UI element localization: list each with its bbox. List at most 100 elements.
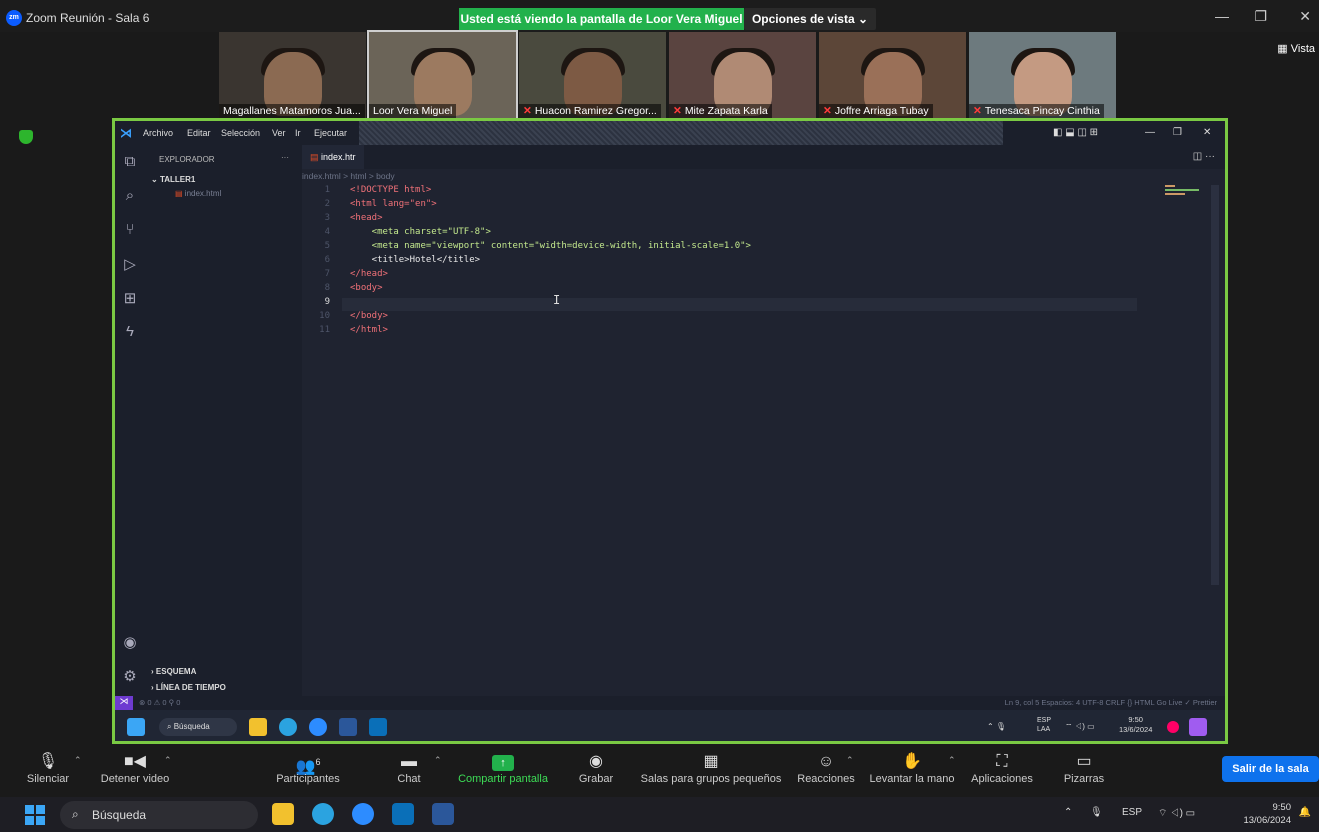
zoom-title-bar: zm Zoom Reunión - Sala 6 Usted está vien… bbox=[0, 0, 1319, 32]
outline-section[interactable]: › ESQUEMA bbox=[151, 667, 196, 676]
search-icon: ⌕ bbox=[72, 807, 79, 821]
wifi-volume-battery-icons[interactable]: ⌔ ◁) ▭ bbox=[1158, 807, 1195, 820]
breadcrumb[interactable]: index.html > html > body bbox=[302, 171, 395, 181]
close-icon[interactable]: ✕ bbox=[1299, 8, 1311, 25]
participant-tile[interactable]: ✕ Tenesaca Pincay Cinthia bbox=[969, 32, 1116, 118]
participant-name: ✕ Mite Zapata Karla bbox=[669, 104, 772, 118]
participant-name: ✕ Tenesaca Pincay Cinthia bbox=[969, 104, 1104, 118]
more-icon[interactable]: ··· bbox=[281, 153, 289, 162]
input-language: ESP LAA bbox=[1037, 717, 1052, 733]
minimize-icon[interactable]: — bbox=[1145, 127, 1155, 138]
file-index-html[interactable]: ▤ index.html bbox=[175, 189, 221, 198]
settings-gear-icon[interactable]: ⚙ bbox=[121, 667, 139, 685]
word-icon[interactable] bbox=[432, 803, 454, 825]
raise-hand-button[interactable]: ✋ Levantar la mano bbox=[868, 745, 956, 795]
editor-scrollbar[interactable] bbox=[1211, 185, 1219, 585]
participant-tile-active-speaker[interactable]: Loor Vera Miguel bbox=[367, 30, 518, 120]
restore-icon[interactable]: ❐ bbox=[1254, 8, 1267, 25]
explorer-icon[interactable]: ⧉ bbox=[121, 153, 139, 171]
notifications-icon[interactable]: 🔔 bbox=[1299, 807, 1311, 818]
menu-editar[interactable]: Editar bbox=[187, 128, 211, 138]
chevron-up-icon[interactable]: ⌃ bbox=[434, 755, 442, 766]
participant-tile[interactable]: ✕ Mite Zapata Karla bbox=[669, 32, 816, 118]
code-line: <!DOCTYPE html> bbox=[350, 185, 432, 195]
participant-tile[interactable]: ✕ Joffre Arriaga Tubay bbox=[819, 32, 966, 118]
extensions-icon[interactable]: ⊞ bbox=[121, 289, 139, 307]
layout-icons[interactable]: ◧ ⬓ ◫ ⊞ bbox=[1053, 127, 1098, 138]
meeting-controls: 🎙 Silenciar ⌃ ■◀ Detener video ⌃ 👥6 Part… bbox=[0, 745, 1319, 795]
folder-taller1[interactable]: ⌄ TALLER1 bbox=[151, 175, 195, 184]
view-button[interactable]: ▦ Vista bbox=[1277, 42, 1315, 55]
view-options-button[interactable]: Opciones de vista ⌄ bbox=[744, 8, 876, 30]
menu-ejecutar[interactable]: Ejecutar bbox=[314, 128, 347, 138]
search-icon[interactable]: ⌕ bbox=[121, 187, 139, 205]
apps-button[interactable]: ⛶ Aplicaciones bbox=[970, 745, 1034, 795]
file-explorer-icon[interactable] bbox=[272, 803, 294, 825]
editor-status[interactable]: Ln 9, col 5 Espacios: 4 UTF-8 CRLF {} HT… bbox=[1005, 698, 1217, 707]
code-line-current bbox=[350, 297, 372, 307]
zoom-app-icon[interactable] bbox=[352, 803, 374, 825]
minimize-icon[interactable]: — bbox=[1215, 8, 1229, 24]
menu-ver[interactable]: Ver bbox=[272, 128, 286, 138]
run-debug-icon[interactable]: ▷ bbox=[121, 255, 139, 273]
lightning-icon[interactable]: ϟ bbox=[121, 323, 139, 341]
notification-icon bbox=[1167, 721, 1179, 733]
line-number: 3 bbox=[324, 213, 330, 223]
microphone-icon[interactable]: 🎙 bbox=[1090, 807, 1103, 818]
whiteboards-button[interactable]: ▭ Pizarras bbox=[1062, 745, 1106, 795]
chevron-up-icon[interactable]: ⌃ bbox=[948, 755, 956, 766]
security-shield-icon[interactable] bbox=[19, 130, 33, 144]
participant-name: ✕ Huacon Ramirez Gregor... bbox=[519, 104, 661, 118]
reactions-button[interactable]: ☺ Reacciones bbox=[796, 745, 856, 795]
record-button[interactable]: ◉ Grabar bbox=[576, 745, 616, 795]
edge-icon[interactable] bbox=[312, 803, 334, 825]
participant-tile[interactable]: Magallanes Matamoros Jua... bbox=[219, 32, 366, 118]
vscode-icon[interactable] bbox=[392, 803, 414, 825]
windows-start-icon[interactable] bbox=[25, 805, 45, 825]
taskbar-search[interactable]: ⌕ Búsqueda bbox=[60, 801, 258, 829]
leave-room-button[interactable]: Salir de la sala bbox=[1222, 756, 1319, 782]
menu-archivo[interactable]: Archivo bbox=[143, 128, 173, 138]
account-icon[interactable]: ◉ bbox=[121, 633, 139, 651]
share-screen-button[interactable]: ↑ Compartir pantalla bbox=[455, 745, 551, 795]
close-icon[interactable]: ✕ bbox=[1203, 127, 1211, 138]
code-line: <meta charset="UTF-8"> bbox=[350, 227, 491, 237]
participants-button[interactable]: 👥6 Participantes bbox=[272, 745, 344, 795]
copilot-icon bbox=[1189, 718, 1207, 736]
code-editor[interactable]: 1 2 3 4 5 6 7 8 9 10 11 <!DOCTYPE html> … bbox=[302, 185, 1225, 695]
menu-ir[interactable]: Ir bbox=[295, 128, 301, 138]
show-hidden-icons-icon[interactable]: ⌃ bbox=[1064, 807, 1072, 818]
restore-icon[interactable]: ❐ bbox=[1173, 127, 1182, 138]
input-language[interactable]: ESP bbox=[1122, 807, 1142, 818]
line-number: 7 bbox=[324, 269, 330, 279]
windows-taskbar: ⌕ Búsqueda ⌃ 🎙 ESP ⌔ ◁) ▭ 9:50 13/06/2024… bbox=[0, 797, 1319, 832]
view-options-label: Opciones de vista bbox=[751, 12, 855, 26]
split-editor-icon[interactable]: ◫ ··· bbox=[1193, 151, 1215, 162]
minimap-line bbox=[1165, 189, 1199, 191]
edge-icon bbox=[279, 718, 297, 736]
code-line: </html> bbox=[350, 325, 388, 335]
html-file-icon: ▤ bbox=[175, 189, 183, 198]
chevron-up-icon[interactable]: ⌃ bbox=[164, 755, 172, 766]
menu-seleccion[interactable]: Selección bbox=[221, 128, 260, 138]
text-cursor-icon: I bbox=[553, 293, 561, 307]
tray-icons: ⌃ 🎙 bbox=[987, 722, 1007, 731]
source-control-icon[interactable]: ⑂ bbox=[121, 221, 139, 239]
line-number-current: 9 bbox=[324, 297, 330, 307]
tab-index-html[interactable]: ▤ index.htr bbox=[302, 145, 364, 169]
participant-tile[interactable]: ✕ Huacon Ramirez Gregor... bbox=[519, 32, 666, 118]
timeline-section[interactable]: › LÍNEA DE TIEMPO bbox=[151, 683, 226, 692]
line-number: 5 bbox=[324, 241, 330, 251]
muted-mic-icon: ✕ bbox=[973, 105, 982, 117]
chat-button[interactable]: ▬ Chat bbox=[394, 745, 424, 795]
problems-status[interactable]: ⊗ 0 ⚠ 0 ⚲ 0 bbox=[139, 698, 180, 707]
chevron-up-icon[interactable]: ⌃ bbox=[74, 755, 82, 766]
explorer-title: EXPLORADOR bbox=[159, 155, 215, 164]
minimap[interactable] bbox=[1165, 185, 1205, 199]
stop-video-button[interactable]: ■◀ Detener video bbox=[96, 745, 174, 795]
clock[interactable]: 9:50 13/06/2024 bbox=[1243, 801, 1291, 827]
remote-icon[interactable]: ⋊ bbox=[115, 696, 133, 710]
mute-button[interactable]: 🎙 Silenciar bbox=[22, 745, 74, 795]
chevron-up-icon[interactable]: ⌃ bbox=[846, 755, 854, 766]
breakout-rooms-button[interactable]: ▦ Salas para grupos pequeños bbox=[638, 745, 784, 795]
